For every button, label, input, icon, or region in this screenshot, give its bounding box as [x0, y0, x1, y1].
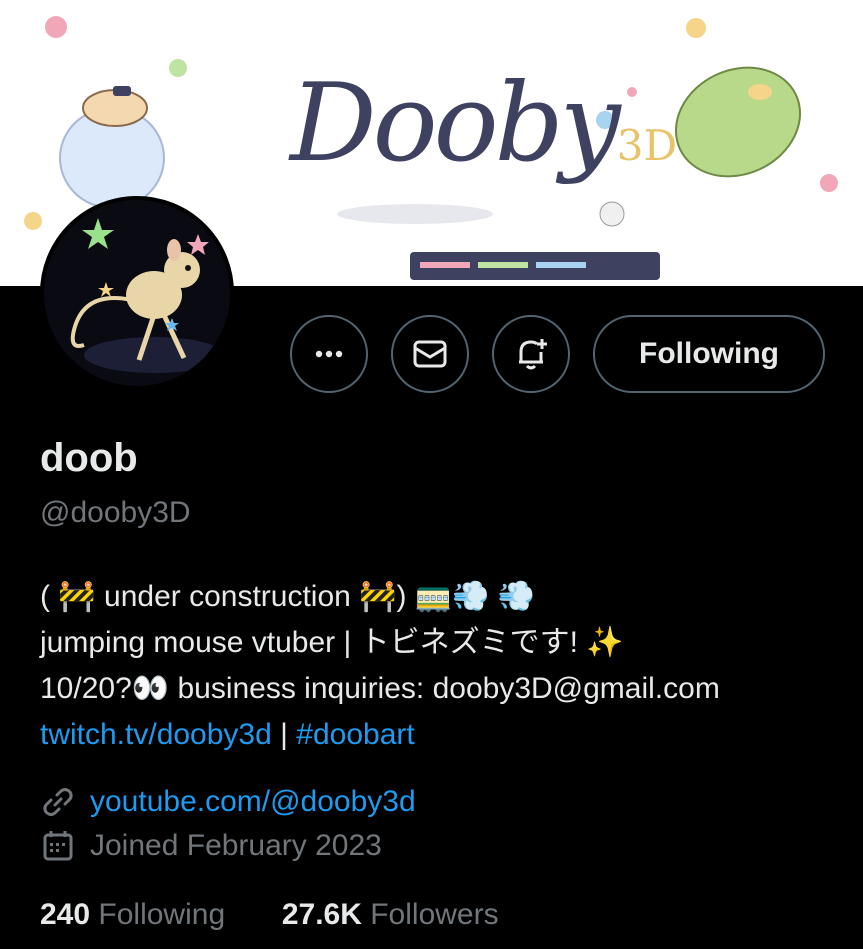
twitch-link[interactable]: twitch.tv/dooby3d: [40, 718, 272, 751]
joined-date: Joined February 2023: [90, 829, 382, 862]
bio-separator: |: [271, 718, 297, 751]
green-bird-illustration: [674, 66, 802, 178]
following-count: 240: [40, 898, 91, 931]
avatar-image: [44, 200, 230, 386]
followers-label: Followers: [370, 898, 499, 931]
hashtag-link[interactable]: #doobart: [296, 718, 414, 751]
following-button[interactable]: Following: [593, 315, 825, 393]
bio-line: 10/20?👀 business inquiries: dooby3D@gmai…: [40, 672, 720, 705]
website-link[interactable]: youtube.com/@dooby3d: [90, 785, 416, 819]
bubble-mouse-illustration: [59, 86, 165, 209]
more-button[interactable]: [290, 315, 368, 393]
bio-line: ( 🚧 under construction 🚧) 🚃💨 💨: [40, 580, 536, 613]
profile-bio: ( 🚧 under construction 🚧) 🚃💨 💨 jumping m…: [40, 574, 840, 758]
envelope-icon: [413, 340, 447, 368]
banner-logo-text: Dooby3D: [290, 61, 678, 186]
notifications-button[interactable]: [492, 315, 570, 393]
profile-handle: @dooby3D: [40, 496, 191, 529]
bio-line: jumping mouse vtuber | トビネズミです! ✨: [40, 626, 624, 659]
profile-name: doob: [40, 436, 138, 480]
message-button[interactable]: [391, 315, 469, 393]
following-label: Following: [98, 898, 226, 931]
followers-count: 27.6K: [281, 898, 362, 931]
followers-stat[interactable]: 27.6K Followers: [282, 898, 499, 931]
bio-links: twitch.tv/dooby3d | #doobart: [40, 712, 840, 758]
calendar-icon: [43, 831, 73, 861]
bell-plus-icon: [519, 339, 547, 370]
profile-avatar[interactable]: [40, 196, 234, 390]
profile-website: youtube.com/@dooby3d: [40, 784, 416, 820]
following-stat[interactable]: 240 Following: [40, 898, 225, 931]
profile-stats: 240 Following 27.6K Followers: [40, 898, 499, 932]
more-horizontal-icon: [315, 350, 343, 358]
profile-joined: Joined February 2023: [40, 828, 382, 864]
link-icon: [43, 788, 73, 816]
